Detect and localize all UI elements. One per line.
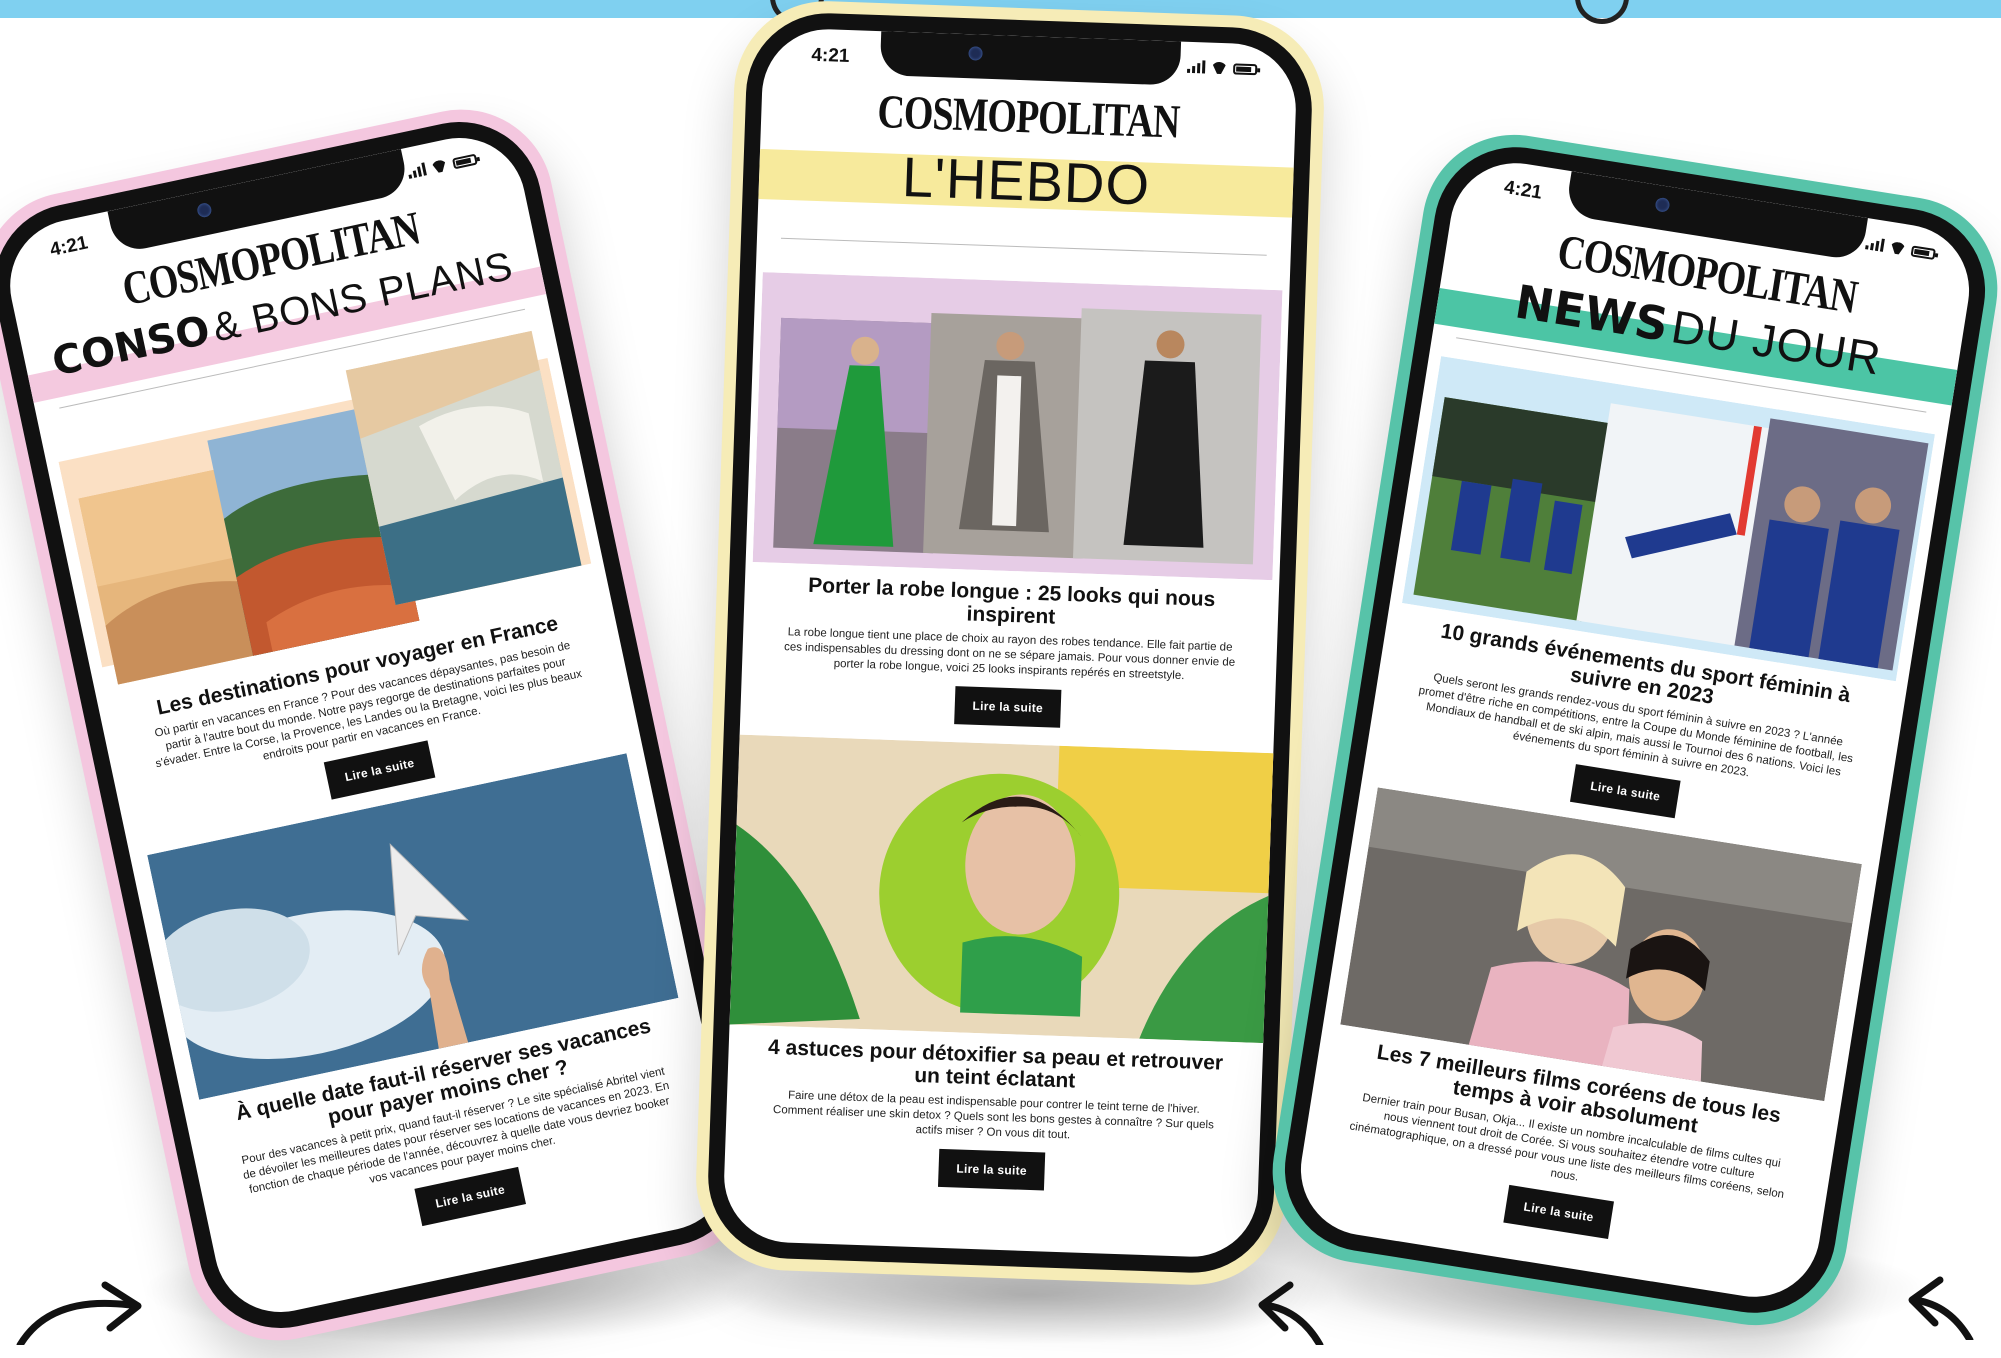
- article-title[interactable]: 4 astuces pour détoxifier sa peau et ret…: [764, 1036, 1227, 1098]
- phone-screen: 4:21 COSMOPOLITAN L'HEBDO Porter la robe…: [721, 27, 1299, 1259]
- decorative-ring: [1575, 0, 1629, 24]
- status-time: 4:21: [811, 44, 850, 68]
- phone-screen: 4:21 COSMOPOLITAN NEWS DU JOUR 10 grands…: [1291, 153, 1979, 1307]
- status-time: 4:21: [1502, 176, 1544, 204]
- wifi-icon: [430, 159, 448, 174]
- rotate-arrow-icon: [1908, 1276, 1974, 1340]
- phone-bezel: 4:21 COSMOPOLITAN L'HEBDO Porter la robe…: [705, 10, 1315, 1276]
- signal-icon: [1187, 60, 1206, 74]
- status-time: 4:21: [48, 232, 90, 261]
- article-card: À quelle date faut-il réserver ses vacan…: [131, 750, 731, 1270]
- article-card: Porter la robe longue : 25 looks qui nou…: [740, 272, 1289, 735]
- read-more-button[interactable]: Lire la suite: [1503, 1184, 1615, 1240]
- phone-news-du-jour: 4:21 COSMOPOLITAN NEWS DU JOUR 10 grands…: [1259, 121, 2001, 1339]
- rotate-arrow-icon: [16, 1281, 142, 1345]
- grey-coat-photo: [923, 313, 1092, 559]
- newsletter-content: COSMOPOLITAN L'HEBDO Porter la robe long…: [722, 79, 1296, 1259]
- wifi-icon: [1211, 62, 1227, 75]
- section-title: L'HEBDO: [758, 137, 1294, 226]
- phone-conso-bons-plans: 4:21 COSMOPOLITAN CONSO & BONS PLANS Les…: [0, 92, 776, 1358]
- article-card: 10 grands événements du sport féminin à …: [1364, 354, 1947, 851]
- read-more-button[interactable]: Lire la suite: [414, 1166, 527, 1227]
- article-image-collage: [752, 272, 1283, 581]
- phone-screen: 4:21 COSMOPOLITAN CONSO & BONS PLANS Les…: [0, 125, 743, 1325]
- section-title-light: L'HEBDO: [901, 144, 1152, 217]
- article-title[interactable]: Porter la robe longue : 25 looks qui nou…: [780, 573, 1243, 635]
- article-card: Les 7 meilleurs films coréens de tous le…: [1297, 785, 1879, 1272]
- newsletter-content: COSMOPOLITAN NEWS DU JOUR 10 grands évén…: [1291, 205, 1970, 1306]
- article-card: Les destinations pour voyager en France …: [41, 326, 640, 843]
- phone-bezel: 4:21 COSMOPOLITAN CONSO & BONS PLANS Les…: [0, 106, 762, 1344]
- article-image: [729, 734, 1280, 1044]
- read-more-button[interactable]: Lire la suite: [953, 686, 1062, 728]
- read-more-button[interactable]: Lire la suite: [323, 740, 436, 800]
- battery-icon: [1910, 245, 1936, 261]
- battery-icon: [1232, 63, 1258, 76]
- rotate-arrow-icon: [1258, 1281, 1324, 1345]
- newsletter-content: COSMOPOLITAN CONSO & BONS PLANS Les dest…: [9, 177, 742, 1325]
- green-dress-photo: [773, 317, 942, 554]
- signal-icon: [407, 162, 427, 179]
- article-body: Faire une détox de la peau est indispens…: [772, 1089, 1215, 1142]
- phone-hebdo: 4:21 COSMOPOLITAN L'HEBDO Porter la robe…: [693, 0, 1327, 1288]
- black-outfit-photo: [1072, 308, 1262, 565]
- article-card: 4 astuces pour détoxifier sa peau et ret…: [724, 734, 1280, 1198]
- phone-bezel: 4:21 COSMOPOLITAN NEWS DU JOUR 10 grands…: [1273, 135, 1997, 1325]
- divider: [780, 237, 1267, 256]
- read-more-button[interactable]: Lire la suite: [1569, 764, 1681, 819]
- wifi-icon: [1889, 241, 1907, 255]
- signal-icon: [1865, 236, 1885, 252]
- battery-icon: [452, 153, 478, 170]
- article-body: La robe longue tient une place de choix …: [783, 626, 1236, 683]
- read-more-button[interactable]: Lire la suite: [937, 1148, 1046, 1191]
